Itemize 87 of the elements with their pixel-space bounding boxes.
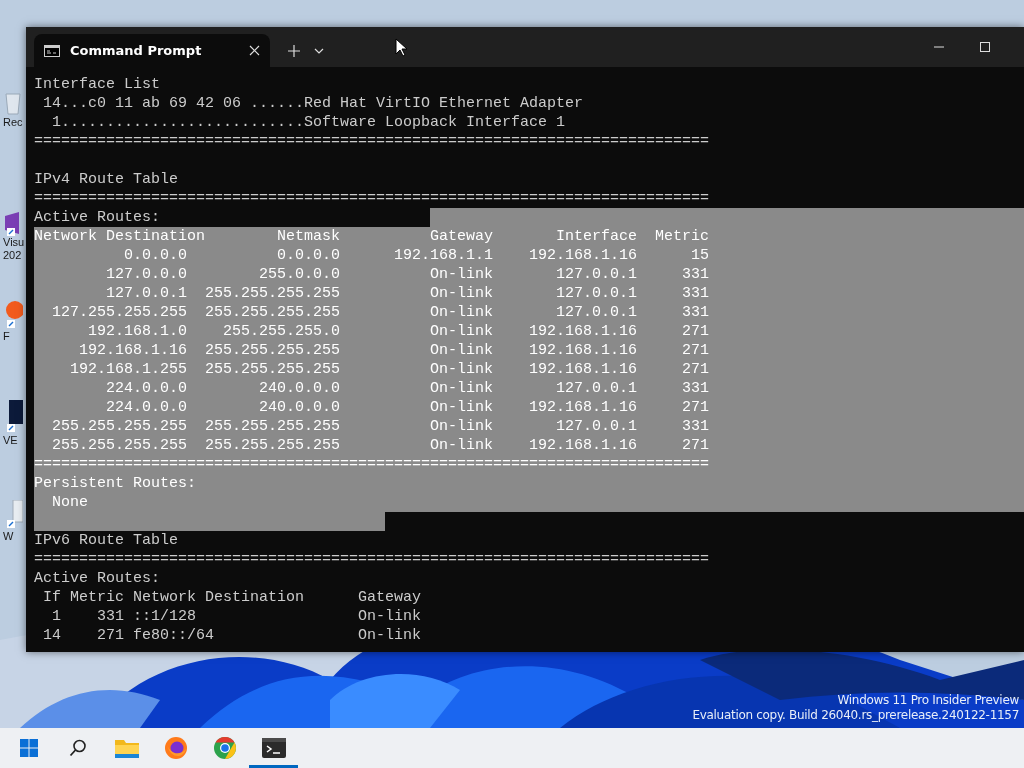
cursor-icon: [395, 38, 407, 57]
close-icon[interactable]: [249, 45, 260, 56]
table-cell-text: 192.168.1.16: [528, 322, 638, 341]
table-cell-text: Metric: [654, 227, 710, 246]
table-cell-text: Gateway: [429, 227, 494, 246]
terminal-icon: [44, 44, 60, 57]
table-cell-text: 255.255.255.255: [204, 436, 341, 455]
watermark-text: Windows 11 Pro Insider Preview: [836, 693, 1019, 708]
table-cell-text: 0.0.0.0: [123, 246, 187, 265]
terminal-line: ===========================================================================: [34, 132, 711, 151]
table-cell-text: 271: [681, 398, 710, 417]
terminal-line: IPv4 Route Table: [34, 170, 180, 189]
table-cell-text: 192.168.1.1: [393, 246, 494, 265]
terminal-line: 14...c0 11 ab 69 42 06 ......Red Hat VirtIO Ethernet Adapter: [42, 94, 585, 113]
table-cell-text: 224.0.0.0: [105, 379, 187, 398]
new-tab-button[interactable]: [288, 44, 300, 57]
terminal-line: 14 271 fe80::/64 On-link: [42, 626, 423, 645]
table-cell: Network Destination: [34, 227, 205, 246]
table-cell-text: 192.168.1.16: [528, 341, 638, 360]
table-cell-text: 15: [690, 246, 710, 265]
table-cell-text: 255.0.0.0: [258, 265, 341, 284]
table-cell-text: 255.255.255.255: [51, 436, 187, 455]
table-cell-text: 240.0.0.0: [258, 398, 341, 417]
table-cell-text: 192.168.1.16: [528, 436, 638, 455]
table-cell-text: On-link: [429, 322, 494, 341]
table-cell-text: 127.0.0.1: [105, 284, 187, 303]
terminal-line: 1...........................Software Loopback Interface 1: [51, 113, 567, 132]
table-cell-text: 271: [681, 322, 710, 341]
table-cell-text: 127.0.0.1: [555, 284, 638, 303]
table-cell-text: 271: [681, 360, 710, 379]
table-cell-text: 255.255.255.255: [204, 417, 341, 436]
table-cell-text: 192.168.1.255: [69, 360, 187, 379]
table-cell-text: On-link: [429, 379, 494, 398]
table-cell-text: 331: [681, 379, 710, 398]
terminal-line: ===========================================================================: [34, 189, 711, 208]
table-cell-text: On-link: [429, 341, 494, 360]
table-cell-text: 192.168.1.16: [528, 246, 638, 265]
table-cell-text: Netmask: [276, 227, 341, 246]
table-cell-text: 255.255.255.255: [51, 417, 187, 436]
tab-title: Command Prompt: [70, 43, 203, 58]
table-cell-text: 192.168.1.16: [528, 360, 638, 379]
table-cell-text: 224.0.0.0: [105, 398, 187, 417]
table-cell-text: 255.255.255.255: [204, 284, 341, 303]
table-cell-text: 192.168.1.16: [78, 341, 187, 360]
icon-label: Visu 202: [2, 236, 26, 262]
table-cell-text: 255.255.255.255: [204, 341, 341, 360]
icon-label: W: [2, 530, 15, 543]
maximize-button[interactable]: [980, 42, 990, 52]
table-cell-text: 331: [681, 265, 710, 284]
table-cell-text: 127.0.0.1: [555, 303, 638, 322]
table-cell-text: 0.0.0.0: [276, 246, 341, 265]
table-cell-text: 271: [681, 341, 710, 360]
terminal-line: If Metric Network Destination Gateway: [42, 588, 423, 607]
table-cell-text: 192.168.1.16: [528, 398, 638, 417]
table-cell-text: On-link: [429, 265, 494, 284]
icon-label: Rec: [2, 116, 24, 129]
table-cell-text: 255.255.255.255: [204, 360, 341, 379]
terminal-tab[interactable]: Command Prompt: [34, 34, 270, 67]
terminal-line: ===========================================================================: [34, 550, 711, 569]
terminal-line: Interface List: [34, 75, 162, 94]
table-cell-text: On-link: [429, 284, 494, 303]
terminal-line: 1 331 ::1/128 On-link: [51, 607, 423, 626]
table-cell-text: 255.255.255.255: [204, 303, 341, 322]
table-cell-text: 271: [681, 436, 710, 455]
table-cell-text: 331: [681, 284, 710, 303]
table-cell-text: 331: [681, 417, 710, 436]
watermark-text: Evaluation copy. Build 26040.rs_prerelease.240122-1157: [692, 708, 1019, 723]
table-cell-text: 127.0.0.1: [555, 379, 638, 398]
icon-label: VE: [2, 434, 19, 447]
table-cell-text: 192.168.1.0: [87, 322, 187, 341]
table-cell-text: 255.255.255.0: [222, 322, 341, 341]
terminal-line: Active Routes:: [34, 569, 162, 588]
table-cell-text: 127.255.255.255: [51, 303, 187, 322]
table-cell-text: 127.0.0.1: [555, 265, 638, 284]
table-cell-text: On-link: [429, 303, 494, 322]
dropdown-button[interactable]: [314, 47, 324, 54]
table-cell-text: On-link: [429, 360, 494, 379]
table-cell-text: On-link: [429, 398, 494, 417]
table-cell-text: On-link: [429, 436, 494, 455]
icon-label: F: [2, 330, 11, 343]
table-cell-text: 127.0.0.1: [555, 417, 638, 436]
table-cell-text: 240.0.0.0: [258, 379, 341, 398]
table-cell-text: 331: [681, 303, 710, 322]
terminal-line: IPv6 Route Table: [34, 531, 180, 550]
table-cell-text: 127.0.0.0: [105, 265, 187, 284]
table-cell-text: On-link: [429, 417, 494, 436]
table-cell-text: Interface: [555, 227, 638, 246]
